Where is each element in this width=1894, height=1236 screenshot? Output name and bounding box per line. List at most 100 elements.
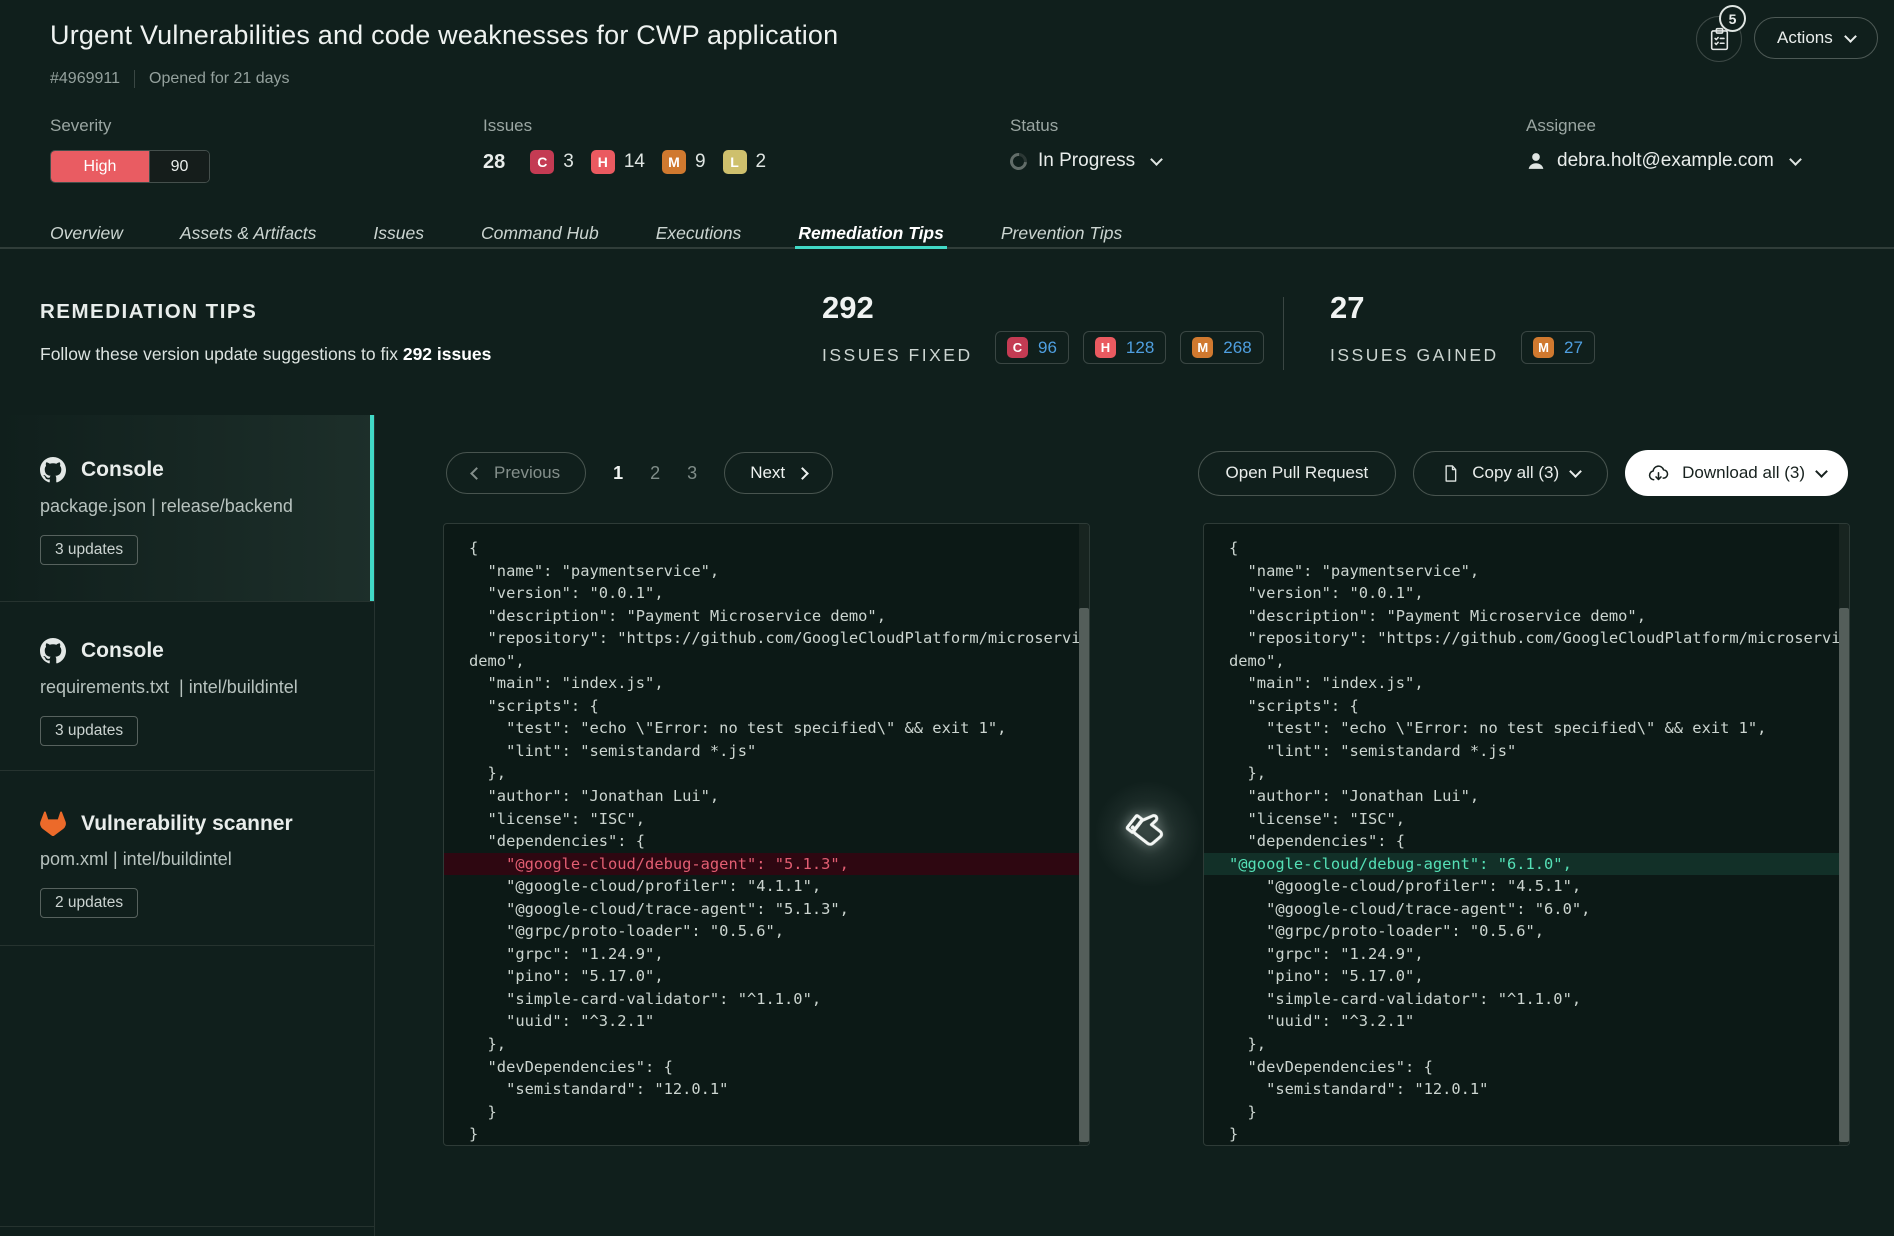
page-1[interactable]: 1 <box>613 463 623 484</box>
scrollbar-track[interactable] <box>1079 524 1089 1145</box>
code-line: "repository": "https://github.com/Google… <box>444 627 1089 650</box>
severity-badge-M: M <box>1192 337 1213 358</box>
tab-overview[interactable]: Overview <box>50 219 123 247</box>
code-lines-after: { "name": "paymentservice", "version": "… <box>1204 537 1849 1146</box>
code-line: "version": "0.0.1", <box>1204 582 1849 605</box>
sidebar-item-console-0[interactable]: Consolepackage.json | release/backend3 u… <box>0 415 374 601</box>
code-line: "grpc": "1.24.9", <box>1204 943 1849 966</box>
gitlab-icon <box>40 811 66 836</box>
issue-count-m: 9 <box>695 151 706 173</box>
section-subtitle: Follow these version update suggestions … <box>40 344 491 365</box>
stat-chip-m: M268 <box>1180 331 1263 364</box>
tab-assets-artifacts[interactable]: Assets & Artifacts <box>180 219 316 247</box>
actions-label: Actions <box>1777 28 1833 48</box>
status-label: Status <box>1010 116 1161 136</box>
code-line: }, <box>1204 1033 1849 1056</box>
code-line: "pino": "5.17.0", <box>444 965 1089 988</box>
person-icon <box>1526 151 1546 171</box>
tab-executions[interactable]: Executions <box>656 219 742 247</box>
notification-badge: 5 <box>1719 5 1746 32</box>
chevron-down-icon <box>1789 153 1802 166</box>
status-group: Status In Progress <box>1010 116 1161 172</box>
chevron-down-icon <box>1569 465 1582 478</box>
code-line: { <box>1204 537 1849 560</box>
sidebar-item-vulnerability-scanner-2[interactable]: Vulnerability scannerpom.xml | intel/bui… <box>0 771 374 945</box>
code-line: { <box>444 537 1089 560</box>
divider <box>1283 297 1284 370</box>
updates-badge: 3 updates <box>40 535 138 565</box>
severity-group: Severity High 90 <box>50 116 210 183</box>
code-line: "devDependencies": { <box>444 1056 1089 1079</box>
divider <box>0 770 375 771</box>
issues-fixed-value: 292 <box>822 290 874 326</box>
code-line: "dependencies": { <box>444 830 1089 853</box>
code-line: }, <box>444 1033 1089 1056</box>
code-line: "scripts": { <box>444 695 1089 718</box>
download-all-button[interactable]: Download all (3) <box>1625 450 1848 496</box>
actions-button[interactable]: Actions <box>1754 17 1878 59</box>
code-line: }, <box>1204 762 1849 785</box>
code-line: "simple-card-validator": "^1.1.0", <box>444 988 1089 1011</box>
code-line: "grpc": "1.24.9", <box>444 943 1089 966</box>
severity-badge-H: H <box>1095 337 1116 358</box>
code-line: } <box>444 1101 1089 1124</box>
code-line: "uuid": "^3.2.1" <box>1204 1010 1849 1033</box>
code-line: "main": "index.js", <box>444 672 1089 695</box>
page-2[interactable]: 2 <box>650 463 660 484</box>
open-pr-label: Open Pull Request <box>1226 463 1369 483</box>
page-numbers: 1 2 3 <box>613 463 697 484</box>
app-screen: Urgent Vulnerabilities and code weakness… <box>0 0 1894 1236</box>
code-line: "scripts": { <box>1204 695 1849 718</box>
assignee-group: Assignee debra.holt@example.com <box>1526 116 1800 172</box>
severity-badge-L: L <box>723 150 747 174</box>
code-line: "name": "paymentservice", <box>444 560 1089 583</box>
scrollbar-track[interactable] <box>1839 524 1849 1145</box>
tab-prevention-tips[interactable]: Prevention Tips <box>1001 219 1122 247</box>
in-progress-icon <box>1007 149 1031 173</box>
next-page-button[interactable]: Next <box>724 452 833 494</box>
code-line: "pino": "5.17.0", <box>1204 965 1849 988</box>
issues-fixed-chips: C96 H 128 M268 <box>995 331 1264 364</box>
tab-issues[interactable]: Issues <box>373 219 424 247</box>
previous-page-button[interactable]: Previous <box>446 452 586 494</box>
code-line: "@google-cloud/debug-agent": "5.1.3", <box>444 853 1089 876</box>
code-line: "description": "Payment Microservice dem… <box>444 605 1089 628</box>
code-line: } <box>1204 1101 1849 1124</box>
code-line: "simple-card-validator": "^1.1.0", <box>1204 988 1849 1011</box>
status-value: In Progress <box>1038 150 1135 172</box>
code-lines-before: { "name": "paymentservice", "version": "… <box>444 537 1089 1146</box>
divider <box>0 1226 375 1227</box>
chip-count: 27 <box>1564 338 1583 358</box>
sidebar-item-path: pom.xml | intel/buildintel <box>40 849 232 870</box>
status-dropdown[interactable]: In Progress <box>1010 150 1161 172</box>
code-line: "@google-cloud/profiler": "4.5.1", <box>1204 875 1849 898</box>
issue-count-c: 3 <box>563 151 574 173</box>
assignee-dropdown[interactable]: debra.holt@example.com <box>1526 150 1800 172</box>
open-pull-request-button[interactable]: Open Pull Request <box>1198 451 1397 496</box>
severity-badge-C: C <box>530 150 554 174</box>
code-line: "description": "Payment Microservice dem… <box>1204 605 1849 628</box>
code-line: "name": "paymentservice", <box>1204 560 1849 583</box>
chevron-left-icon <box>470 467 483 480</box>
stat-chip-c: C96 <box>995 331 1069 364</box>
ticket-subrow: #4969911 Opened for 21 days <box>50 70 290 88</box>
code-line: demo", <box>1204 650 1849 673</box>
page-3[interactable]: 3 <box>687 463 697 484</box>
remediation-sidebar: Consolepackage.json | release/backend3 u… <box>0 415 375 1236</box>
code-line: "version": "0.0.1", <box>444 582 1089 605</box>
sidebar-item-console-1[interactable]: Consolerequirements.txt | intel/buildint… <box>0 602 374 770</box>
assignee-label: Assignee <box>1526 116 1800 136</box>
chip-count: 128 <box>1126 338 1154 358</box>
copy-all-button[interactable]: Copy all (3) <box>1413 451 1608 496</box>
github-icon <box>40 457 66 483</box>
divider <box>134 70 135 88</box>
tab-remediation-tips[interactable]: Remediation Tips <box>798 219 944 247</box>
next-label: Next <box>750 463 785 483</box>
severity-badge-M: M <box>1533 337 1554 358</box>
tab-command-hub[interactable]: Command Hub <box>481 219 599 247</box>
scrollbar-thumb[interactable] <box>1079 608 1089 1142</box>
sidebar-item-path: requirements.txt | intel/buildintel <box>40 677 298 698</box>
scrollbar-thumb[interactable] <box>1839 608 1849 1142</box>
code-line: "@grpc/proto-loader": "0.5.6", <box>444 920 1089 943</box>
code-line: "devDependencies": { <box>1204 1056 1849 1079</box>
